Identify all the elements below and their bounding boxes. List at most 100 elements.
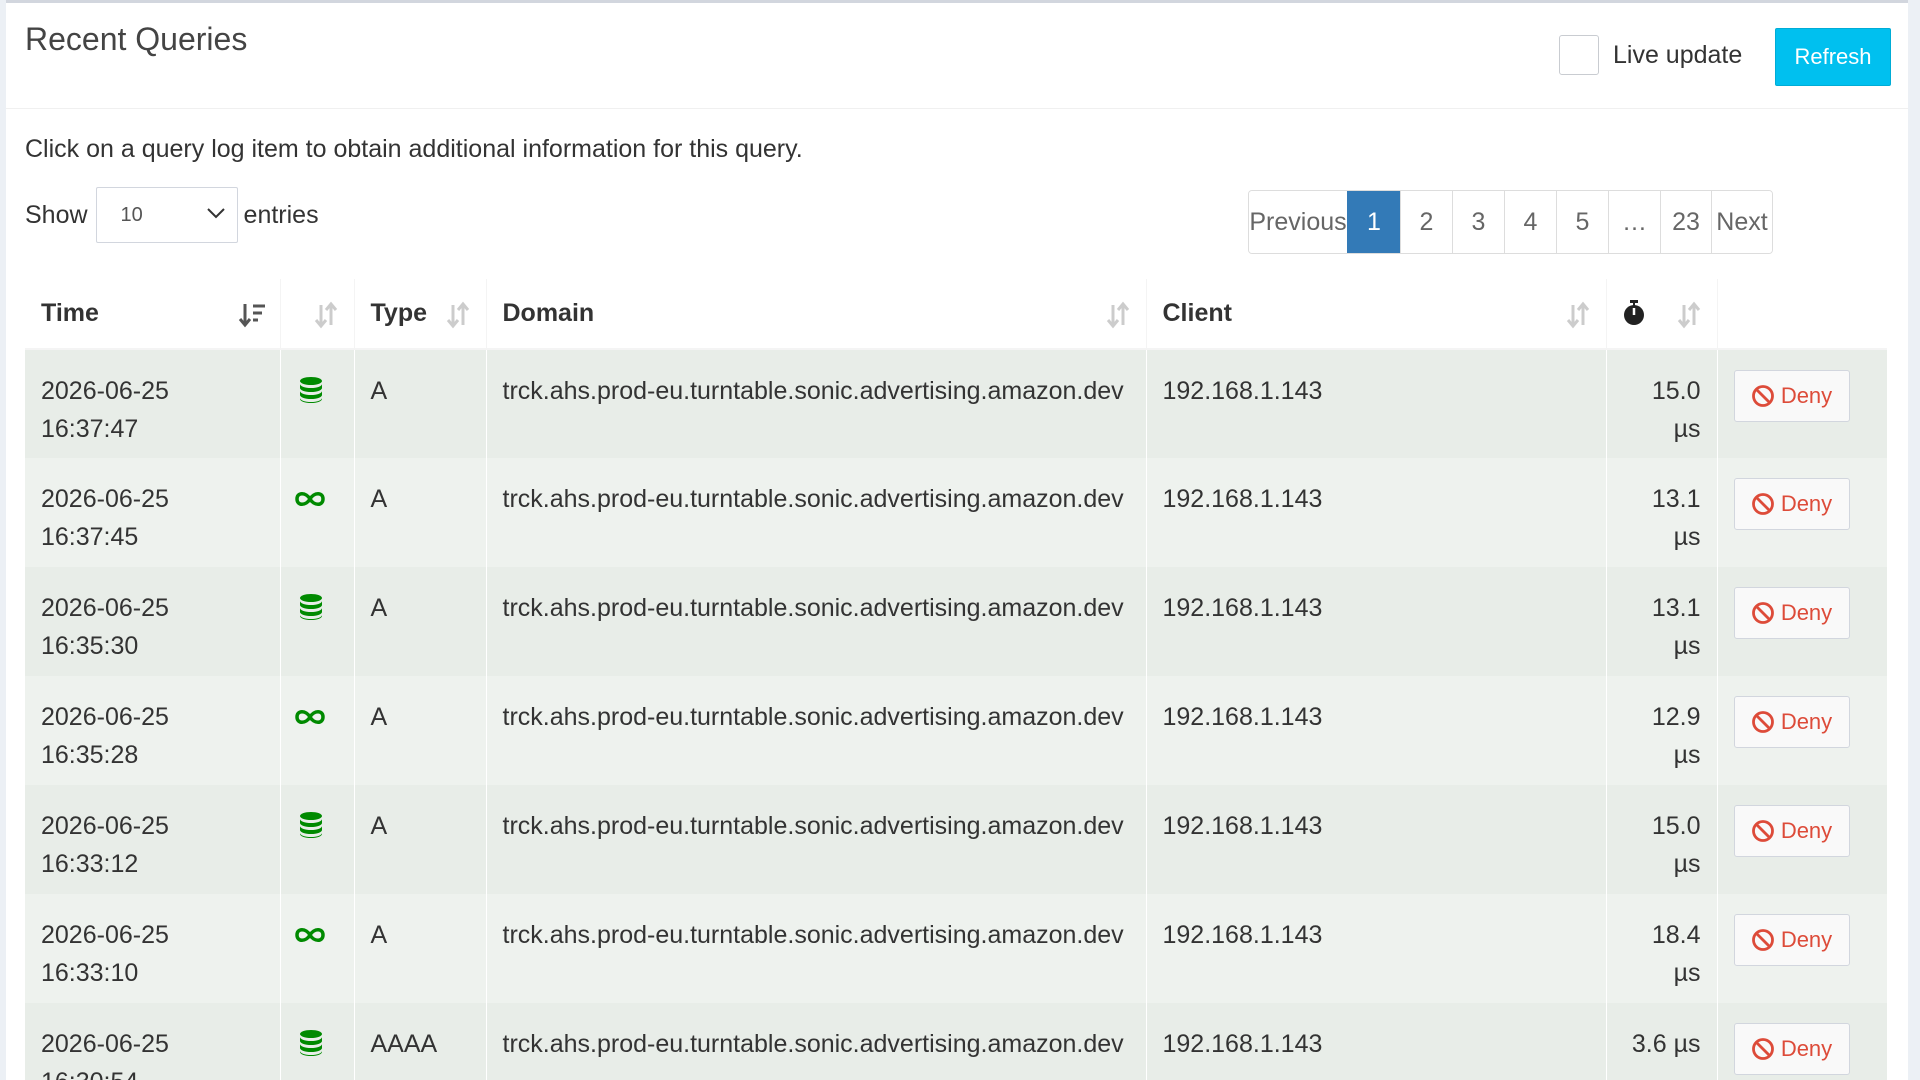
domain-value: trck.ahs.prod-eu.turntable.sonic.adverti…: [502, 921, 1124, 949]
domain-cell: trck.ahs.prod-eu.turntable.sonic.adverti…: [486, 567, 1147, 676]
type-value: AAAA: [370, 1030, 438, 1058]
page-button-2[interactable]: 2: [1400, 191, 1452, 253]
table-row[interactable]: 2026-06-25 16:30:54 AAAA trck.ahs.prod-e…: [25, 1003, 1887, 1080]
action-cell: Deny: [1717, 458, 1887, 567]
ban-icon: [1751, 929, 1774, 951]
table-row[interactable]: 2026-06-25 16:33:10 A trck.ahs.prod-eu.t…: [25, 894, 1887, 1003]
time-value: 2026-06-25 16:35:28: [41, 703, 169, 769]
sort-descending-icon[interactable]: [238, 301, 266, 329]
page-button-1[interactable]: 1: [1347, 191, 1400, 253]
status-cell: [280, 894, 355, 1003]
ban-icon: [1751, 1038, 1774, 1060]
table-row[interactable]: 2026-06-25 16:35:30 A trck.ahs.prod-eu.t…: [25, 567, 1887, 676]
column-header-time[interactable]: Time: [25, 279, 281, 350]
domain-cell: trck.ahs.prod-eu.turntable.sonic.adverti…: [486, 676, 1147, 785]
client-value: 192.168.1.143: [1162, 594, 1323, 622]
live-update-toggle[interactable]: Live update: [1559, 35, 1742, 75]
time-value: 2026-06-25 16:33:12: [41, 812, 169, 878]
type-value: A: [370, 921, 388, 949]
page-button-4[interactable]: 4: [1504, 191, 1556, 253]
pagination: Previous 1 2 3 4 5 … 23 Next: [1248, 190, 1773, 254]
sort-icon[interactable]: [444, 301, 472, 329]
time-cell: 2026-06-25 16:33:12: [25, 785, 281, 894]
column-header-domain[interactable]: Domain: [486, 279, 1147, 350]
table-row[interactable]: 2026-06-25 16:37:47 A trck.ahs.prod-eu.t…: [25, 349, 1887, 458]
duration-cell: 15.0 µs: [1606, 785, 1718, 894]
duration-value: 12.9 µs: [1651, 703, 1701, 769]
type-cell: A: [354, 349, 487, 458]
page-title: Recent Queries: [25, 21, 248, 57]
duration-cell: 3.6 µs: [1606, 1003, 1718, 1080]
deny-button[interactable]: Deny: [1733, 370, 1850, 422]
show-label: Show: [25, 200, 88, 229]
time-cell: 2026-06-25 16:35:30: [25, 567, 281, 676]
database-icon: [297, 811, 338, 839]
deny-button[interactable]: Deny: [1733, 914, 1850, 966]
query-log-table: Time Type Domain Client 2026-06-25 16:37…: [25, 279, 1887, 1080]
domain-cell: trck.ahs.prod-eu.turntable.sonic.adverti…: [486, 349, 1147, 458]
column-header-client-label: Client: [1162, 299, 1232, 327]
table-row[interactable]: 2026-06-25 16:33:12 A trck.ahs.prod-eu.t…: [25, 785, 1887, 894]
type-value: A: [370, 485, 388, 513]
table-row[interactable]: 2026-06-25 16:35:28 A trck.ahs.prod-eu.t…: [25, 676, 1887, 785]
domain-value: trck.ahs.prod-eu.turntable.sonic.adverti…: [502, 703, 1124, 731]
action-cell: Deny: [1717, 1003, 1887, 1080]
column-header-status[interactable]: [280, 279, 355, 350]
domain-cell: trck.ahs.prod-eu.turntable.sonic.adverti…: [486, 458, 1147, 567]
client-cell: 192.168.1.143: [1146, 894, 1607, 1003]
deny-label: Deny: [1780, 1036, 1833, 1061]
page-button-3[interactable]: 3: [1452, 191, 1504, 253]
type-value: A: [370, 812, 388, 840]
duration-value: 3.6 µs: [1631, 1030, 1701, 1058]
duration-cell: 15.0 µs: [1606, 349, 1718, 458]
table-row[interactable]: 2026-06-25 16:37:45 A trck.ahs.prod-eu.t…: [25, 458, 1887, 567]
database-icon: [297, 1029, 338, 1057]
page-size-value: 10: [120, 204, 143, 226]
previous-page-button[interactable]: Previous: [1249, 191, 1347, 253]
deny-label: Deny: [1780, 491, 1833, 516]
deny-label: Deny: [1780, 383, 1833, 408]
deny-button[interactable]: Deny: [1733, 1023, 1850, 1075]
action-cell: Deny: [1717, 785, 1887, 894]
ban-icon: [1751, 493, 1774, 515]
time-value: 2026-06-25 16:30:54: [41, 1030, 169, 1080]
domain-value: trck.ahs.prod-eu.turntable.sonic.adverti…: [502, 594, 1124, 622]
deny-label: Deny: [1780, 927, 1833, 952]
sort-icon[interactable]: [1564, 301, 1592, 329]
status-cell: [280, 676, 355, 785]
ban-icon: [1751, 385, 1774, 407]
deny-button[interactable]: Deny: [1733, 587, 1850, 639]
column-header-client[interactable]: Client: [1146, 279, 1607, 350]
client-cell: 192.168.1.143: [1146, 458, 1607, 567]
deny-label: Deny: [1780, 818, 1833, 843]
time-value: 2026-06-25 16:35:30: [41, 594, 169, 660]
column-header-actions: [1717, 279, 1887, 350]
sort-icon[interactable]: [1675, 301, 1703, 329]
column-header-domain-label: Domain: [502, 299, 595, 327]
sort-icon[interactable]: [312, 301, 340, 329]
status-cell: [280, 567, 355, 676]
deny-button[interactable]: Deny: [1733, 805, 1850, 857]
page-ellipsis: …: [1608, 191, 1660, 253]
type-cell: A: [354, 785, 487, 894]
refresh-button[interactable]: Refresh: [1775, 28, 1891, 86]
deny-button[interactable]: Deny: [1733, 696, 1850, 748]
next-page-button[interactable]: Next: [1711, 191, 1772, 253]
action-cell: Deny: [1717, 567, 1887, 676]
page-button-5[interactable]: 5: [1556, 191, 1608, 253]
sort-icon[interactable]: [1104, 301, 1132, 329]
client-value: 192.168.1.143: [1162, 377, 1323, 405]
table-header-row: Time Type Domain Client: [25, 279, 1887, 350]
live-update-checkbox[interactable]: [1559, 35, 1599, 75]
domain-value: trck.ahs.prod-eu.turntable.sonic.adverti…: [502, 812, 1124, 840]
column-header-duration[interactable]: [1606, 279, 1718, 350]
column-header-type[interactable]: Type: [354, 279, 487, 350]
page-button-23[interactable]: 23: [1660, 191, 1711, 253]
deny-button[interactable]: Deny: [1733, 478, 1850, 530]
chevron-down-icon: [206, 208, 225, 219]
type-value: A: [370, 703, 388, 731]
client-cell: 192.168.1.143: [1146, 785, 1607, 894]
duration-value: 15.0 µs: [1651, 812, 1701, 878]
page-size-select[interactable]: 10: [95, 187, 238, 243]
box-header: Recent Queries Live update Refresh: [6, 3, 1908, 109]
